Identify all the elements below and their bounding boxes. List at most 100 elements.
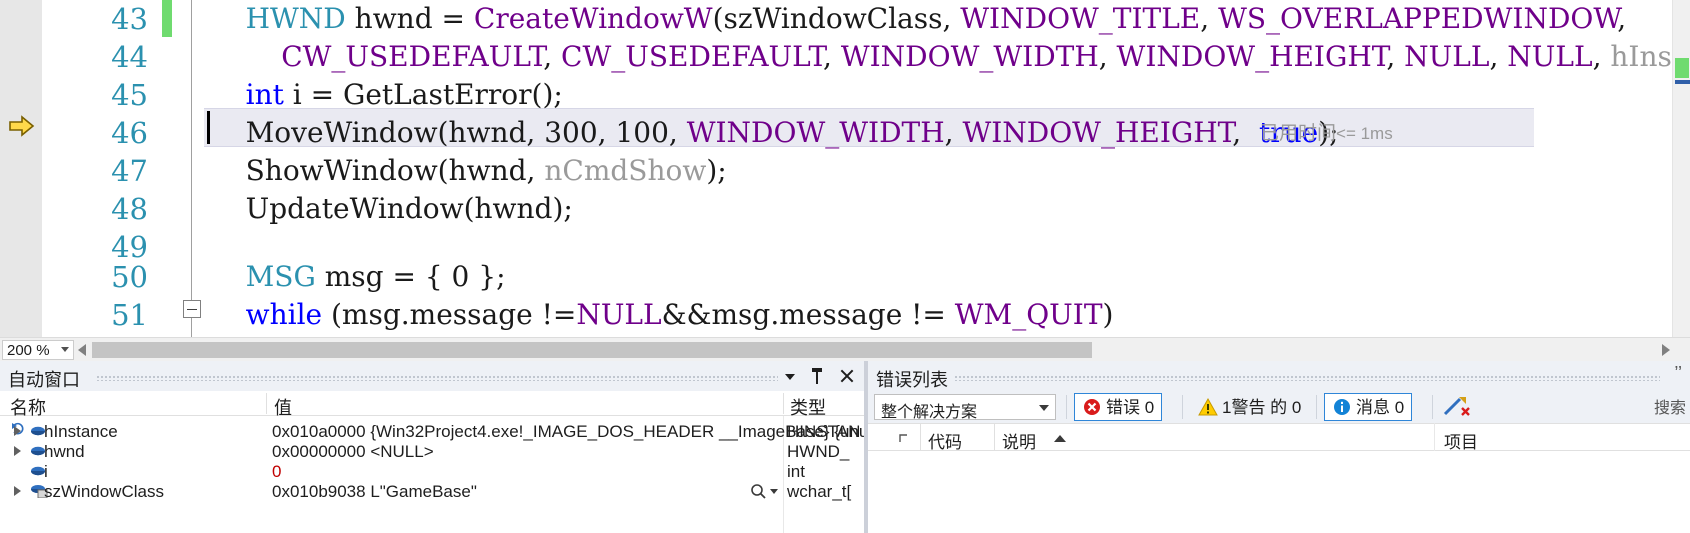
code-token: MoveWindow(hwnd, 300, 100, [210,116,687,149]
code-token: msg = { 0 }; [315,260,506,293]
variable-name: hwnd [44,442,85,461]
code-token: CW_USEDEFAULT [281,40,544,73]
code-token: nCmdShow [544,154,707,187]
scope-select[interactable]: 整个解决方案 [874,394,1056,421]
code-line[interactable]: MSG msg = { 0 }; [210,258,506,296]
table-row[interactable]: i 0 int [0,461,864,481]
variable-type: int [787,462,805,481]
variable-value[interactable]: 0x010b9038 L"GameBase" [272,482,477,502]
scroll-right-arrow-icon[interactable] [1662,344,1670,356]
code-line[interactable]: MoveWindow(hwnd, 300, 100, WINDOW_WIDTH,… [210,114,1339,152]
chevron-down-icon[interactable] [777,365,801,387]
elapsed-time-annotation: 已用时间<= 1ms [1260,118,1393,145]
error-list-grid-header[interactable]: 代码 说明 项目 [868,423,1690,453]
change-bar-saved-marker [162,0,172,37]
errors-filter-button[interactable]: 错误 0 [1074,393,1163,421]
code-line[interactable]: while (msg.message !=NULL&&msg.message !… [210,296,1114,334]
code-line[interactable]: UpdateWindow(hwnd); [210,190,573,228]
code-token: HWND [245,2,346,35]
editor-status-bar[interactable]: 200 % [0,337,1690,361]
outlining-guide-stub [191,318,192,337]
code-line[interactable]: HWND hwnd = CreateWindowW(szWindowClass,… [210,0,1627,38]
collapse-block-icon[interactable] [183,300,201,318]
autos-header-buttons[interactable] [777,365,858,387]
column-header-project[interactable]: 项目 [1444,428,1478,453]
expand-row-icon[interactable] [14,486,21,496]
scope-select-value: 整个解决方案 [881,404,978,421]
expand-row-icon[interactable] [14,426,21,436]
warnings-filter-label: 1警告 的 0 [1222,398,1302,417]
autos-window-header[interactable]: 自动窗口 [0,361,864,391]
column-header-type[interactable]: 类型 [790,394,826,420]
code-line[interactable]: int i = GetLastError(); [210,76,563,114]
scrollbar-change-marker [1675,58,1689,78]
error-list-window[interactable]: 错误列表 ’’ 整个解决方案 错误 0 1警告 的 0 消息 0 搜索 代码 说… [868,361,1690,533]
code-token: , [1200,2,1219,35]
horizontal-scroll-thumb[interactable] [92,342,1092,358]
execution-arrow-icon [8,112,36,140]
autos-grid-header[interactable]: 名称 值 类型 [0,391,864,418]
editor-horizontal-scrollbar[interactable] [78,339,1670,361]
code-token: ) [1102,298,1114,331]
variable-name: szWindowClass [44,482,164,501]
pin-icon[interactable] [806,365,830,387]
code-token: CreateWindowW [473,2,713,35]
code-token: WS_OVERLAPPEDWINDOW [1218,2,1618,35]
sort-ascending-icon [1054,435,1066,442]
change-tracking-bar [162,0,174,337]
error-list-toolbar[interactable]: 整个解决方案 错误 0 1警告 的 0 消息 0 搜索 [868,391,1690,423]
column-header-code[interactable]: 代码 [928,428,962,453]
code-line[interactable]: ShowWindow(hwnd, nCmdShow); [210,152,727,190]
code-token: (msg.message != [322,298,577,331]
code-token: , [543,40,562,73]
outlining-margin[interactable] [174,0,210,337]
code-text-area[interactable]: HWND hwnd = CreateWindowW(szWindowClass,… [210,0,1690,337]
error-list-header[interactable]: 错误列表 ’’ [868,361,1690,391]
error-list-rows[interactable] [868,451,1690,533]
code-line[interactable]: CW_USEDEFAULT, CW_USEDEFAULT, WINDOW_WID… [210,38,1690,76]
line-number: 43 [111,2,148,36]
line-number: 44 [111,40,148,74]
string-visualizer-icon[interactable] [750,483,780,499]
variable-value[interactable]: 0x00000000 <NULL> [272,442,434,462]
table-row[interactable]: szWindowClass 0x010b9038 L"GameBase" wch… [0,481,864,501]
code-token: hwnd = [345,2,474,35]
code-token: (szWindowClass, [712,2,961,35]
warnings-filter-button[interactable]: 1警告 的 0 [1190,393,1309,421]
column-header-description[interactable]: 说明 [1002,428,1036,453]
variable-value[interactable]: 0 [272,462,281,482]
variable-name: hInstance [44,422,118,441]
table-row[interactable]: hInstance 0x010a0000 {Win32Project4.exe!… [0,421,934,441]
scroll-left-arrow-icon[interactable] [78,344,86,356]
build-filter-icon[interactable] [1440,394,1472,420]
search-placeholder: 搜索 [1653,400,1686,417]
editor-vertical-scrollbar[interactable] [1672,0,1690,337]
code-token: WINDOW_HEIGHT [1116,40,1387,73]
line-number: 45 [111,78,148,112]
header-corner-text: ’’ [1674,363,1682,383]
column-header-value[interactable]: 值 [274,394,292,420]
header-dot-fill [96,375,778,381]
column-header-name[interactable]: 名称 [10,394,46,420]
code-token: , [1386,40,1405,73]
line-number: 46 [111,116,148,150]
search-input[interactable]: 搜索 [1654,394,1686,418]
messages-filter-button[interactable]: 消息 0 [1324,393,1413,421]
code-token: WINDOW_WIDTH [840,40,1099,73]
expand-row-icon[interactable] [14,446,21,456]
chevron-down-icon [61,347,69,352]
autos-window[interactable]: 自动窗口 名称 值 类型 hInstance 0x010a0000 {Win32… [0,361,934,533]
code-token: ShowWindow(hwnd, [210,154,545,187]
editor-glyph-margin[interactable] [0,0,42,337]
zoom-level-select[interactable]: 200 % [2,340,74,360]
code-token: WINDOW_TITLE [960,2,1201,35]
code-token: NULL [1507,40,1593,73]
variable-name: i [44,462,48,481]
close-icon[interactable] [834,365,858,387]
code-token: &&msg.message != [661,298,955,331]
table-row[interactable]: hwnd 0x00000000 <NULL> HWND_ [0,441,864,461]
code-editor[interactable]: 43 44 45 46 47 48 49 50 51 HWND hwnd = C… [0,0,1690,337]
